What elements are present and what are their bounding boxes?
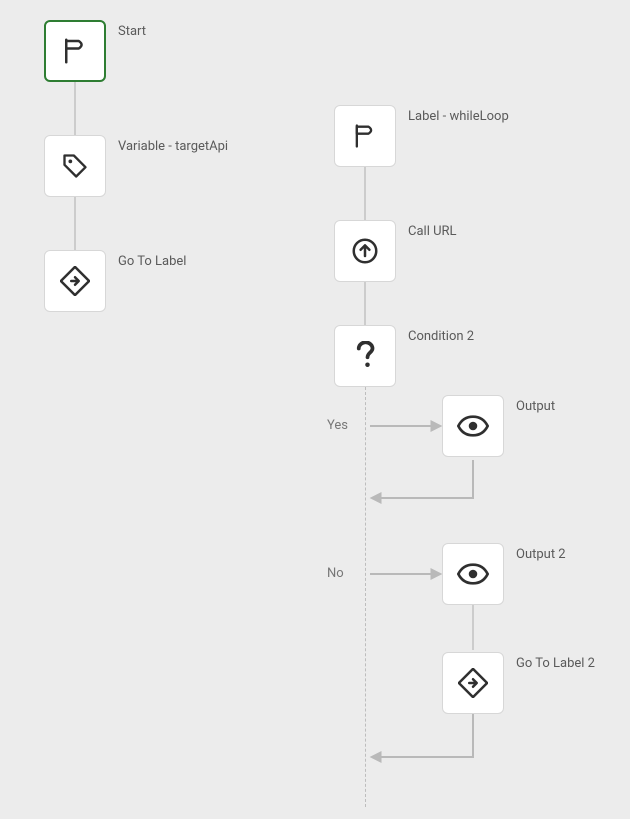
node-goto-label: Go To Label — [118, 254, 186, 270]
node-output-no[interactable] — [442, 543, 504, 605]
node-label-while[interactable] — [334, 105, 396, 167]
upload-icon — [350, 236, 380, 266]
flag-icon — [351, 122, 379, 150]
node-goto2[interactable] — [442, 652, 504, 714]
node-start-label: Start — [118, 24, 146, 40]
question-icon — [355, 341, 375, 371]
branch-yes-label: Yes — [327, 418, 348, 433]
node-label-while-label: Label - whileLoop — [408, 109, 509, 125]
eye-icon — [457, 563, 489, 585]
tag-icon — [61, 152, 89, 180]
node-output-yes[interactable] — [442, 395, 504, 457]
node-call-url[interactable] — [334, 220, 396, 282]
node-variable-label: Variable - targetApi — [118, 139, 228, 155]
node-output-no-label: Output 2 — [516, 547, 566, 563]
node-call-url-label: Call URL — [408, 224, 457, 240]
node-condition-label: Condition 2 — [408, 329, 474, 345]
node-goto2-label: Go To Label 2 — [516, 656, 595, 672]
node-start[interactable] — [44, 20, 106, 82]
node-output-yes-label: Output — [516, 399, 555, 415]
node-variable[interactable] — [44, 135, 106, 197]
condition-default-path — [365, 387, 366, 807]
goto-icon — [458, 668, 488, 698]
flag-icon — [60, 36, 90, 66]
goto-icon — [60, 266, 90, 296]
workflow-canvas[interactable]: Start Variable - targetApi Go To Label L… — [0, 0, 630, 819]
eye-icon — [457, 415, 489, 437]
node-condition[interactable] — [334, 325, 396, 387]
branch-no-label: No — [327, 566, 344, 581]
node-goto[interactable] — [44, 250, 106, 312]
